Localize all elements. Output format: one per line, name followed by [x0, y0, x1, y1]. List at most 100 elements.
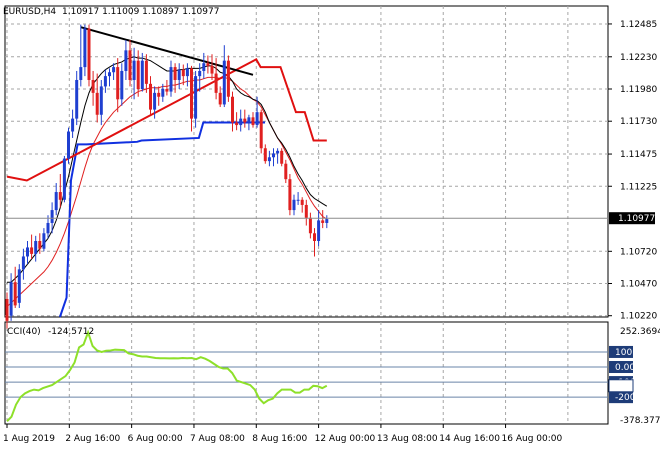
- candle-body: [165, 89, 169, 92]
- candle-body: [239, 118, 243, 126]
- time-tick-label: 13 Aug 08:00: [377, 434, 438, 444]
- candle-body: [231, 96, 234, 123]
- cci-tick-label: 100: [615, 348, 632, 358]
- candle-body: [67, 131, 70, 159]
- candle-body: [267, 157, 271, 162]
- candle-body: [296, 199, 300, 201]
- time-tick-label: 1 Aug 2019: [3, 434, 55, 444]
- cci-tick-label: 0.00: [615, 363, 635, 373]
- candle-body: [9, 282, 13, 316]
- candle-body: [202, 63, 206, 71]
- candle-body: [132, 60, 136, 80]
- candle-body: [181, 69, 185, 77]
- candle-body: [247, 117, 251, 123]
- candle-body: [79, 67, 83, 80]
- indicator-name: CCI(40): [7, 327, 41, 337]
- candle-body: [34, 241, 38, 254]
- candle-body: [280, 150, 284, 164]
- price-tick-label: 1.10720: [620, 247, 657, 257]
- candle-body: [128, 50, 132, 80]
- price-tick-label: 1.10470: [620, 280, 657, 290]
- candle-body: [17, 269, 21, 303]
- price-tick-label: 1.12485: [620, 20, 657, 30]
- candle-body: [194, 76, 198, 119]
- candle-body: [206, 63, 210, 66]
- candle-body: [91, 79, 95, 93]
- time-tick-label: 6 Aug 00:00: [128, 434, 183, 444]
- time-tick-label: 14 Aug 16:00: [439, 434, 500, 444]
- candle-body: [5, 298, 9, 321]
- candle-body: [38, 241, 42, 249]
- header-ohlc: 1.10917 1.11009 1.10897 1.10977: [62, 7, 219, 17]
- candle-body: [169, 67, 173, 92]
- candle-body: [149, 83, 152, 110]
- candle-body: [99, 86, 103, 115]
- candle-body: [198, 70, 202, 77]
- cci-line: [6, 329, 328, 422]
- candle-body: [292, 199, 296, 211]
- header-symbol: EURUSD,H4: [3, 7, 56, 17]
- time-tick-label: 7 Aug 08:00: [190, 434, 245, 444]
- candle-body: [54, 192, 58, 211]
- indicator-pane-frame: [4, 321, 609, 425]
- price-tick-label: 1.11730: [620, 117, 657, 127]
- candle-body: [58, 192, 62, 200]
- price-tick-label: 1.11980: [620, 85, 657, 95]
- candle-body: [116, 67, 120, 100]
- candle-body: [103, 76, 107, 87]
- candle-body: [83, 28, 87, 68]
- candle-body: [177, 69, 181, 80]
- candle-body: [235, 122, 239, 126]
- candle-body: [136, 60, 140, 89]
- candle-body: [325, 219, 329, 223]
- candle-body: [124, 50, 128, 71]
- candle-body: [75, 79, 79, 119]
- candle-body: [108, 72, 111, 77]
- candle-body: [222, 60, 226, 105]
- trailing-stop-red: [6, 58, 327, 182]
- price-tick-label: 1.12230: [620, 53, 657, 63]
- candle-body: [112, 67, 116, 73]
- candle-body: [313, 233, 316, 241]
- candle-body: [71, 118, 75, 132]
- candle-body: [30, 247, 34, 254]
- time-tick-label: 2 Aug 16:00: [65, 434, 120, 444]
- candle-body: [214, 73, 218, 93]
- current-price-label: 1.10977: [618, 214, 655, 224]
- candle-body: [161, 89, 165, 97]
- candle-body: [300, 199, 304, 205]
- candle-body: [13, 282, 17, 306]
- cci-current-box: [608, 379, 634, 393]
- price-chart: 1.12485 1.12230 1.11980 1.11730 1.11475 1.112…: [3, 5, 660, 444]
- candle-body: [210, 65, 214, 74]
- price-tick-label: 1.11475: [620, 150, 657, 160]
- time-tick-label: 8 Aug 16:00: [252, 434, 307, 444]
- candle-body: [251, 117, 255, 126]
- candle-body: [243, 118, 247, 123]
- indicator-value: -124.5712: [48, 327, 94, 337]
- candle-body: [87, 28, 91, 80]
- candle-body: [120, 70, 124, 100]
- candle-body: [272, 153, 275, 158]
- candle-body: [276, 150, 280, 154]
- candle-body: [26, 247, 29, 257]
- candle-body: [288, 179, 292, 211]
- time-tick-label: 12 Aug 00:00: [315, 434, 376, 444]
- candle-body: [284, 163, 288, 180]
- candle-body: [153, 92, 157, 110]
- candle-body: [190, 68, 193, 119]
- candle-body: [226, 60, 230, 97]
- candle-body: [321, 220, 325, 223]
- price-tick-label: 1.10220: [620, 312, 657, 322]
- candle-body: [263, 148, 267, 162]
- candle-body: [304, 204, 308, 218]
- candle-body: [21, 256, 25, 270]
- candle-body: [46, 222, 50, 234]
- candle-body: [259, 112, 263, 149]
- candle-body: [317, 220, 321, 241]
- candle-body: [218, 92, 222, 105]
- candle-body: [157, 92, 161, 97]
- candle-body: [308, 217, 312, 234]
- price-tick-label: 1.11225: [620, 182, 657, 192]
- time-tick-label: 16 Aug 00:00: [502, 434, 563, 444]
